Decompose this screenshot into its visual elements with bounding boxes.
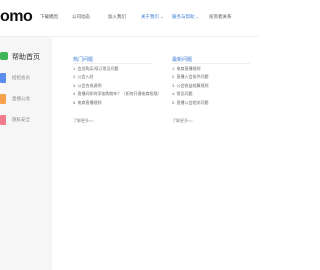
guild-icon	[0, 94, 6, 104]
nav-item-about-label: 关于我们	[141, 14, 159, 19]
sidebar-item-label: 隐私安全	[12, 117, 30, 122]
nav-item-service-help-label: 服务与帮助	[172, 14, 195, 19]
list-item[interactable]: 5. 直播公会相关问题	[172, 99, 208, 107]
list-item[interactable]: 3. 公会合成说明	[73, 82, 161, 90]
privacy-icon	[0, 115, 6, 125]
hot-questions-list: 1. 会员购买/续订常见问题 2. 公会入驻 3. 公会合成说明 4. 直播间如…	[73, 65, 161, 107]
sidebar-item-help-home[interactable]: 帮助首页	[0, 50, 52, 66]
sidebar-item-label: 直播公会	[12, 96, 30, 101]
list-item[interactable]: 4. 直播间如何添加购物车？（如何开通电商权限）	[73, 90, 161, 98]
sidebar: 帮助首页 招招会员 直播公会 隐私安全	[0, 37, 52, 270]
nav-item-about[interactable]: 关于我们⌄	[141, 14, 163, 20]
nav-item-news[interactable]: 公司动态	[72, 14, 90, 20]
sidebar-item-label: 帮助首页	[12, 54, 40, 61]
list-item[interactable]: 5. 电商直播规则	[73, 99, 161, 107]
top-navigation-bar: omo 下载模因 公司动态 加入我们 关于我们⌄ 服务与帮助⌄ 投资者关系	[0, 0, 258, 37]
nav-item-investor[interactable]: 投资者关系	[209, 14, 232, 20]
list-item[interactable]: 1. 会员购买/续订常见问题	[73, 65, 161, 73]
list-item[interactable]: 2. 公会入驻	[73, 73, 161, 81]
sidebar-item-privacy[interactable]: 隐私安全	[0, 113, 52, 129]
nav-item-download[interactable]: 下载模因	[40, 14, 58, 20]
nav-item-join[interactable]: 加入我们	[108, 14, 126, 20]
latest-questions-title: 最新问题	[172, 57, 193, 63]
hot-more-link[interactable]: 了解更多>>	[73, 118, 94, 124]
sidebar-item-guild[interactable]: 直播公会	[0, 92, 52, 108]
hot-questions-title: 热门问题	[73, 57, 94, 63]
member-icon	[0, 73, 6, 83]
nav-item-service-help[interactable]: 服务与帮助⌄	[172, 14, 199, 20]
divider	[73, 63, 153, 64]
latest-more-link[interactable]: 了解更多>>	[172, 118, 193, 124]
list-item[interactable]: 1. 电商直播规则	[172, 65, 208, 73]
list-item[interactable]: 3. 公会收益结算规则	[172, 82, 208, 90]
chevron-down-icon: ⌄	[160, 14, 164, 19]
divider	[172, 63, 250, 64]
logo[interactable]: omo	[0, 8, 33, 26]
chevron-down-icon: ⌄	[195, 14, 199, 19]
list-item[interactable]: 4. 常见问题	[172, 90, 208, 98]
latest-questions-list: 1. 电商直播规则 2. 直播入会条件问题 3. 公会收益结算规则 4. 常见问…	[172, 65, 208, 107]
list-item[interactable]: 2. 直播入会条件问题	[172, 73, 208, 81]
sidebar-item-member[interactable]: 招招会员	[0, 71, 52, 87]
help-home-icon	[0, 52, 8, 60]
sidebar-item-label: 招招会员	[12, 75, 30, 80]
